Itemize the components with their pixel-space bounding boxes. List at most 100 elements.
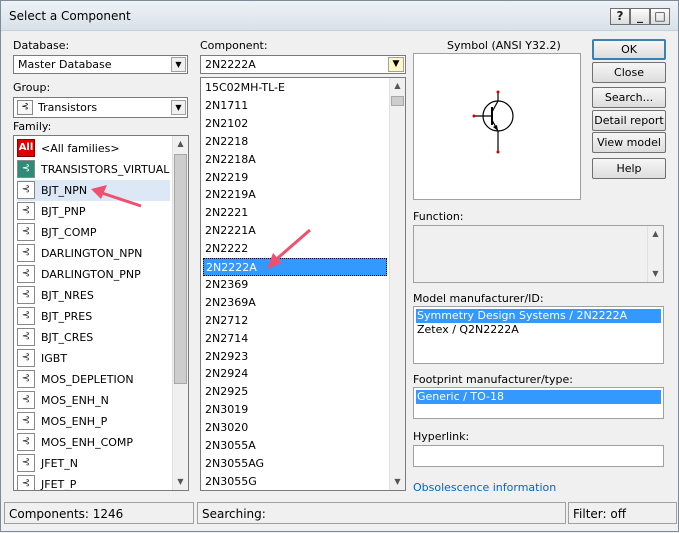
component-item[interactable]: 2N2218 (203, 133, 387, 151)
search-button[interactable]: Search... (592, 87, 666, 108)
component-item[interactable]: 2N2923 (203, 348, 387, 366)
component-item[interactable]: 2N3055A (203, 437, 387, 455)
chevron-down-icon[interactable]: ▼ (171, 100, 186, 115)
scroll-down-icon[interactable]: ▼ (390, 474, 405, 490)
mos-enh-comp-icon: ⊰ (17, 433, 35, 451)
minimize-button[interactable]: _ (630, 8, 650, 25)
family-item[interactable]: ⊰ MOS_ENH_P (17, 411, 170, 432)
family-item[interactable]: ⊰ IGBT (17, 348, 170, 369)
component-item[interactable]: 2N2221A (203, 222, 387, 240)
component-item[interactable]: 2N3055AG (203, 455, 387, 473)
model-label: Model manufacturer/ID: (413, 292, 544, 305)
filter-icon[interactable]: ▼ (388, 57, 404, 72)
window-title: Select a Component (9, 9, 131, 23)
family-item[interactable]: ⊰ BJT_CRES (17, 327, 170, 348)
hyperlink-field[interactable] (413, 445, 664, 467)
function-label: Function: (413, 210, 464, 223)
family-item[interactable]: ⊰ DARLINGTON_NPN (17, 243, 170, 264)
scroll-up-icon[interactable]: ▲ (390, 78, 405, 94)
model-item[interactable]: Symmetry Design Systems / 2N2222A (416, 309, 661, 323)
component-item[interactable]: 2N2714 (203, 330, 387, 348)
database-value: Master Database (18, 58, 112, 71)
component-input-value: 2N2222A (205, 58, 256, 71)
function-box: ▲ ▼ (413, 225, 664, 283)
component-label: Component: (200, 39, 268, 52)
detail-report-button[interactable]: Detail report (592, 110, 666, 131)
component-item[interactable]: 2N2369A (203, 294, 387, 312)
group-select[interactable]: ⊰ Transistors ▼ (13, 97, 188, 118)
family-item[interactable]: ⊰ BJT_NPN (17, 180, 170, 201)
scroll-down-icon[interactable]: ▼ (173, 474, 188, 490)
maximize-button[interactable]: □ (650, 8, 670, 25)
family-scrollbar[interactable]: ▲ ▼ (172, 136, 188, 490)
component-item[interactable]: 2N1711 (203, 97, 387, 115)
igbt-icon: ⊰ (17, 349, 35, 367)
close-button[interactable]: Close (592, 62, 666, 83)
scroll-thumb[interactable] (174, 154, 187, 384)
darlington-pnp-icon: ⊰ (17, 265, 35, 283)
family-item[interactable]: ⊰ BJT_COMP (17, 222, 170, 243)
component-item[interactable]: 2N3019 (203, 401, 387, 419)
family-label: Family: (13, 120, 52, 133)
family-item[interactable]: ⊰ MOS_ENH_COMP (17, 432, 170, 453)
component-item[interactable]: 2N2219A (203, 186, 387, 204)
transistors-group-icon: ⊰ (17, 100, 33, 115)
scroll-up-icon[interactable]: ▲ (648, 226, 663, 242)
component-input[interactable]: 2N2222A ▼ (200, 55, 406, 74)
component-list[interactable]: 15C02MH-TL-E 2N1711 2N2102 2N2218 2N2218A 2N2… (200, 77, 406, 491)
component-item[interactable]: 2N2222A (203, 258, 387, 276)
model-item[interactable]: Zetex / Q2N2222A (416, 323, 661, 337)
function-scrollbar[interactable]: ▲ ▼ (647, 226, 663, 282)
mos-depletion-icon: ⊰ (17, 370, 35, 388)
family-item[interactable]: ⊰ MOS_DEPLETION (17, 369, 170, 390)
family-list[interactable]: All <All families> ⊰ TRANSISTORS_VIRTUAL ⊰ BJ… (13, 135, 189, 491)
footprint-item[interactable]: Generic / TO-18 (416, 390, 661, 404)
component-item[interactable]: 2N2924 (203, 365, 387, 383)
chevron-down-icon[interactable]: ▼ (171, 57, 186, 72)
view-model-button[interactable]: View model (592, 132, 666, 153)
family-item[interactable]: ⊰ TRANSISTORS_VIRTUAL (17, 159, 170, 180)
family-item[interactable]: ⊰ BJT_NRES (17, 285, 170, 306)
scroll-up-icon[interactable]: ▲ (173, 136, 188, 152)
transistors-virtual-icon: ⊰ (17, 160, 35, 178)
component-item[interactable]: 2N2219 (203, 169, 387, 187)
family-item[interactable]: ⊰ MOS_ENH_N (17, 390, 170, 411)
help-title-button[interactable]: ? (610, 8, 630, 25)
select-component-dialog: Select a Component ? _ □ ✕ Database: Mas… (0, 0, 679, 532)
component-item[interactable]: 2N2712 (203, 312, 387, 330)
jfet-p-icon: ⊰ (17, 475, 35, 490)
footprint-list[interactable]: Generic / TO-18 (413, 387, 664, 419)
component-item[interactable]: 2N2369 (203, 276, 387, 294)
scroll-thumb[interactable] (391, 96, 404, 106)
component-item[interactable]: 2N3020 (203, 419, 387, 437)
family-item[interactable]: ⊰ BJT_PNP (17, 201, 170, 222)
component-item[interactable]: 2N3055G (203, 473, 387, 490)
symbol-label: Symbol (ANSI Y32.2) (447, 39, 561, 52)
component-item[interactable]: 2N2222 (203, 240, 387, 258)
family-item[interactable]: All <All families> (17, 138, 170, 159)
component-item[interactable]: 2N2102 (203, 115, 387, 133)
family-item[interactable]: ⊰ DARLINGTON_PNP (17, 264, 170, 285)
database-label: Database: (13, 39, 70, 52)
bjt-pnp-icon: ⊰ (17, 202, 35, 220)
component-item[interactable]: 2N2221 (203, 204, 387, 222)
group-label: Group: (13, 81, 51, 94)
mos-enh-p-icon: ⊰ (17, 412, 35, 430)
bjt-pres-icon: ⊰ (17, 307, 35, 325)
bjt-nres-icon: ⊰ (17, 286, 35, 304)
family-item[interactable]: ⊰ JFET_N (17, 453, 170, 474)
help-button[interactable]: Help (592, 158, 666, 179)
family-item[interactable]: ⊰ JFET_P (17, 474, 170, 490)
obsolescence-link[interactable]: Obsolescence information (413, 481, 556, 494)
component-item[interactable]: 15C02MH-TL-E (203, 79, 387, 97)
family-item[interactable]: ⊰ BJT_PRES (17, 306, 170, 327)
scroll-down-icon[interactable]: ▼ (648, 266, 663, 282)
components-count: Components: 1246 (4, 502, 194, 524)
model-list[interactable]: Symmetry Design Systems / 2N2222A Zetex … (413, 306, 664, 364)
ok-button[interactable]: OK (592, 39, 666, 60)
component-scrollbar[interactable]: ▲ ▼ (389, 78, 405, 490)
npn-transistor-symbol-icon (472, 90, 514, 154)
component-item[interactable]: 2N2925 (203, 383, 387, 401)
component-item[interactable]: 2N2218A (203, 151, 387, 169)
database-select[interactable]: Master Database ▼ (13, 55, 188, 74)
